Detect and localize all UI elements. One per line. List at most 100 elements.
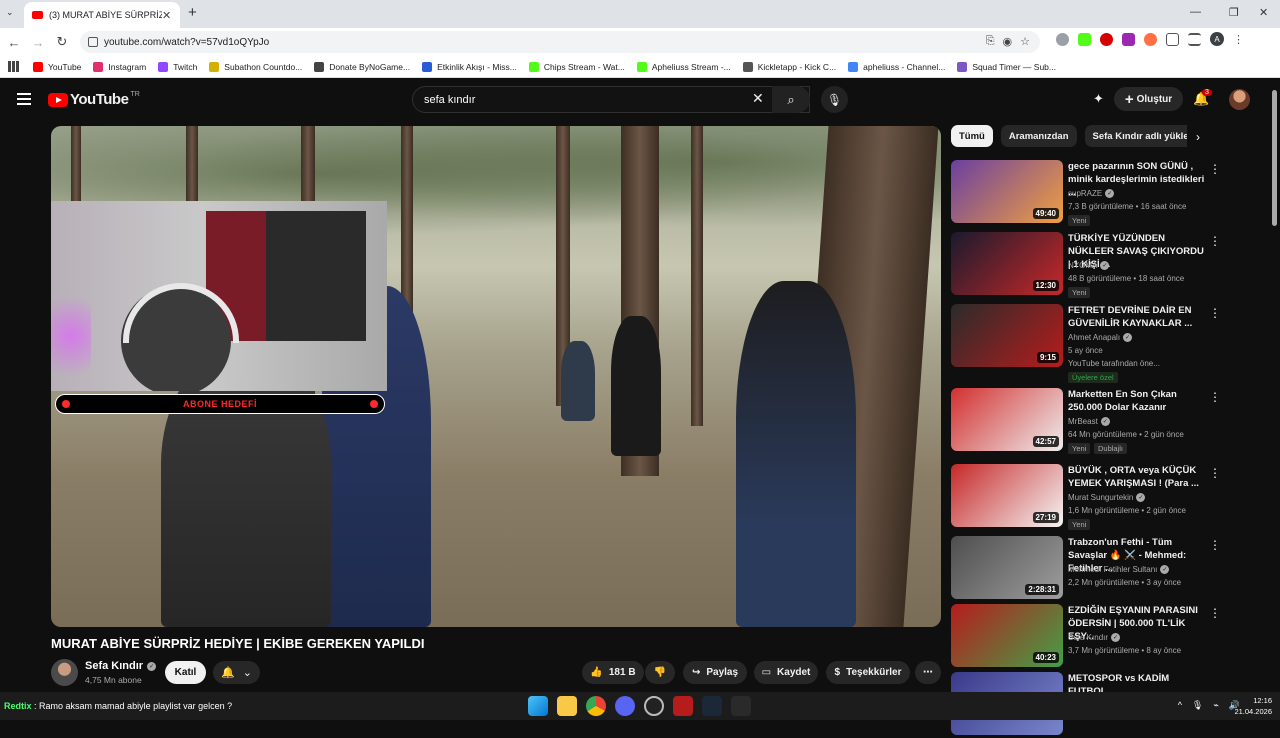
- extensions-puzzle-icon[interactable]: [1166, 32, 1179, 46]
- chrome-icon[interactable]: [586, 696, 606, 716]
- kick-extension-icon[interactable]: [1078, 32, 1091, 46]
- recommended-video[interactable]: 9:15 FETRET DEVRİNE DAİR EN GÜVENİLİR KAY…: [951, 304, 1251, 383]
- apps-grid-icon[interactable]: [8, 61, 19, 72]
- clear-search-icon[interactable]: ✕: [752, 90, 764, 107]
- video-thumbnail[interactable]: 2:28:31: [951, 536, 1063, 599]
- more-options-icon[interactable]: ⋮: [1209, 538, 1221, 552]
- bookmark-item[interactable]: apheliuss - Channel...: [848, 61, 945, 72]
- recommended-channel[interactable]: NYGMA ✓: [1068, 261, 1110, 270]
- recommended-video[interactable]: 12:30 TÜRKİYE YÜZÜNDEN NÜKLEER SAVAŞ ÇIKI…: [951, 232, 1251, 298]
- tab-search-icon[interactable]: ⌄: [6, 7, 14, 18]
- chevron-right-icon[interactable]: ›: [1196, 130, 1200, 144]
- opera-extension-icon[interactable]: [1100, 32, 1113, 46]
- dislike-button[interactable]: 👎: [645, 661, 675, 684]
- file-explorer-icon[interactable]: [557, 696, 577, 716]
- recommended-channel[interactable]: supRAZE ✓: [1068, 189, 1115, 198]
- maximize-icon[interactable]: ❐: [1229, 6, 1239, 19]
- recommended-channel[interactable]: MrBeast ✓: [1068, 417, 1110, 426]
- start-menu-icon[interactable]: [528, 696, 548, 716]
- search-input[interactable]: sefa kındır: [412, 86, 810, 113]
- system-clock[interactable]: 12:16 21.04.2026: [1234, 695, 1272, 717]
- recommended-video[interactable]: 27:19 BÜYÜK , ORTA veya KÜÇÜK YEMEK YARIŞ…: [951, 464, 1251, 530]
- like-button[interactable]: 👍 181 B: [582, 661, 644, 684]
- eye-off-icon[interactable]: ◉: [1003, 35, 1013, 48]
- minimize-icon[interactable]: —: [1190, 6, 1201, 18]
- bookmark-item[interactable]: Apheliuss Stream -...: [636, 61, 731, 72]
- video-thumbnail[interactable]: 40:23: [951, 604, 1063, 667]
- bookmark-item[interactable]: YouTube: [33, 61, 81, 72]
- account-avatar[interactable]: [1229, 89, 1250, 110]
- search-button[interactable]: ⌕: [772, 86, 810, 113]
- voice-search-button[interactable]: 🎙: [821, 86, 848, 113]
- join-button[interactable]: Katıl: [165, 661, 206, 684]
- more-actions-button[interactable]: ⋯: [915, 661, 941, 684]
- youtube-logo[interactable]: YouTube TR: [48, 91, 140, 108]
- channel-name[interactable]: Sefa Kındır ✓: [85, 660, 157, 672]
- profile-avatar[interactable]: A: [1210, 32, 1224, 46]
- video-player[interactable]: ABONE HEDEFİ: [51, 126, 941, 627]
- save-button[interactable]: ▭ Kaydet: [754, 661, 818, 684]
- more-options-icon[interactable]: ⋮: [1209, 466, 1221, 480]
- bookmark-item[interactable]: Instagram: [93, 61, 146, 72]
- reading-list-icon[interactable]: [1188, 32, 1201, 46]
- share-button[interactable]: ↪ Paylaş: [683, 661, 747, 684]
- create-button[interactable]: + Oluştur: [1114, 87, 1183, 111]
- mic-tray-icon[interactable]: 🎙: [1192, 700, 1203, 711]
- filter-chip[interactable]: Sefa Kındır adlı yükleyici: [1084, 125, 1187, 147]
- reload-icon[interactable]: ↻: [50, 34, 74, 50]
- tab-close-icon[interactable]: ✕: [162, 9, 172, 22]
- epic-games-icon[interactable]: [731, 696, 751, 716]
- more-options-icon[interactable]: ⋮: [1209, 390, 1221, 404]
- video-thumbnail[interactable]: 42:57: [951, 388, 1063, 451]
- more-options-icon[interactable]: ⋮: [1209, 162, 1221, 176]
- obs-icon[interactable]: [644, 696, 664, 716]
- recommended-video[interactable]: 49:40 gece pazarının SON GÜNÜ , minik kar…: [951, 160, 1251, 226]
- video-thumbnail[interactable]: 9:15: [951, 304, 1063, 367]
- recommended-channel[interactable]: Murat Sungurtekin ✓: [1068, 493, 1146, 502]
- recommended-title[interactable]: FETRET DEVRİNE DAİR EN GÜVENİLİR KAYNAKL…: [1068, 304, 1208, 330]
- bookmark-item[interactable]: Subathon Countdo...: [209, 61, 302, 72]
- close-window-icon[interactable]: ✕: [1259, 6, 1268, 19]
- extension-icon[interactable]: [1144, 32, 1157, 46]
- browser-tab-active[interactable]: (3) MURAT ABİYE SÜRPRİZ HEDİ ✕: [24, 2, 180, 28]
- more-options-icon[interactable]: ⋮: [1209, 606, 1221, 620]
- back-icon[interactable]: ←: [2, 35, 26, 50]
- recommended-video[interactable]: 40:23 EZDİĞİN EŞYANIN PARASINI ÖDERSİN | …: [951, 604, 1251, 670]
- tray-chevron-icon[interactable]: ^: [1178, 700, 1182, 711]
- bookmark-item[interactable]: Chips Stream - Wat...: [528, 61, 625, 72]
- menu-hamburger-icon[interactable]: [17, 93, 31, 105]
- new-tab-icon[interactable]: +: [188, 5, 197, 20]
- recommended-title[interactable]: Marketten En Son Çıkan 250.000 Dolar Kaz…: [1068, 388, 1208, 414]
- recommended-channel[interactable]: Mehmed: Fetihler Sultanı ✓: [1068, 565, 1170, 574]
- filter-chip[interactable]: Tümü: [951, 125, 993, 147]
- site-info-icon[interactable]: [88, 37, 98, 47]
- video-thumbnail[interactable]: 49:40: [951, 160, 1063, 223]
- video-thumbnail[interactable]: 27:19: [951, 464, 1063, 527]
- network-icon[interactable]: ⌁: [1213, 700, 1218, 711]
- video-thumbnail[interactable]: 12:30: [951, 232, 1063, 295]
- subscribed-button[interactable]: 🔔 ⌄: [213, 661, 260, 684]
- cast-icon[interactable]: ⎘: [986, 35, 995, 48]
- steam-icon[interactable]: [702, 696, 722, 716]
- recommended-channel[interactable]: Sefa Kındır ✓: [1068, 633, 1121, 642]
- shield-extension-icon[interactable]: [1056, 32, 1069, 46]
- recommended-video[interactable]: 42:57 Marketten En Son Çıkan 250.000 Dola…: [951, 388, 1251, 454]
- app-icon[interactable]: [673, 696, 693, 716]
- more-options-icon[interactable]: ⋮: [1209, 306, 1221, 320]
- more-options-icon[interactable]: ⋮: [1209, 234, 1221, 248]
- bookmark-item[interactable]: Etkinlik Akışı - Miss...: [422, 61, 517, 72]
- channel-avatar[interactable]: [51, 659, 78, 686]
- url-field[interactable]: youtube.com/watch?v=57vd1oQYpJo ⎘ ◉ ☆: [80, 31, 1040, 53]
- recommended-channel[interactable]: Ahmet Anapalı ✓: [1068, 333, 1133, 342]
- bookmark-item[interactable]: Kickletapp - Kick C...: [742, 61, 836, 72]
- forward-icon[interactable]: →: [26, 35, 50, 50]
- bookmark-item[interactable]: Donate ByNoGame...: [314, 61, 410, 72]
- recommended-video[interactable]: 2:28:31 Trabzon'un Fethi - Tüm Savaşlar 🔥…: [951, 536, 1251, 602]
- thanks-button[interactable]: $ Teşekkürler: [826, 661, 910, 684]
- bookmark-item[interactable]: Squad Timer — Sub...: [957, 61, 1056, 72]
- bookmark-item[interactable]: Twitch: [158, 61, 197, 72]
- twitch-extension-icon[interactable]: [1122, 32, 1135, 46]
- discord-icon[interactable]: [615, 696, 635, 716]
- page-scrollbar[interactable]: [1272, 90, 1277, 226]
- filter-chip[interactable]: Aramanızdan: [1000, 125, 1077, 147]
